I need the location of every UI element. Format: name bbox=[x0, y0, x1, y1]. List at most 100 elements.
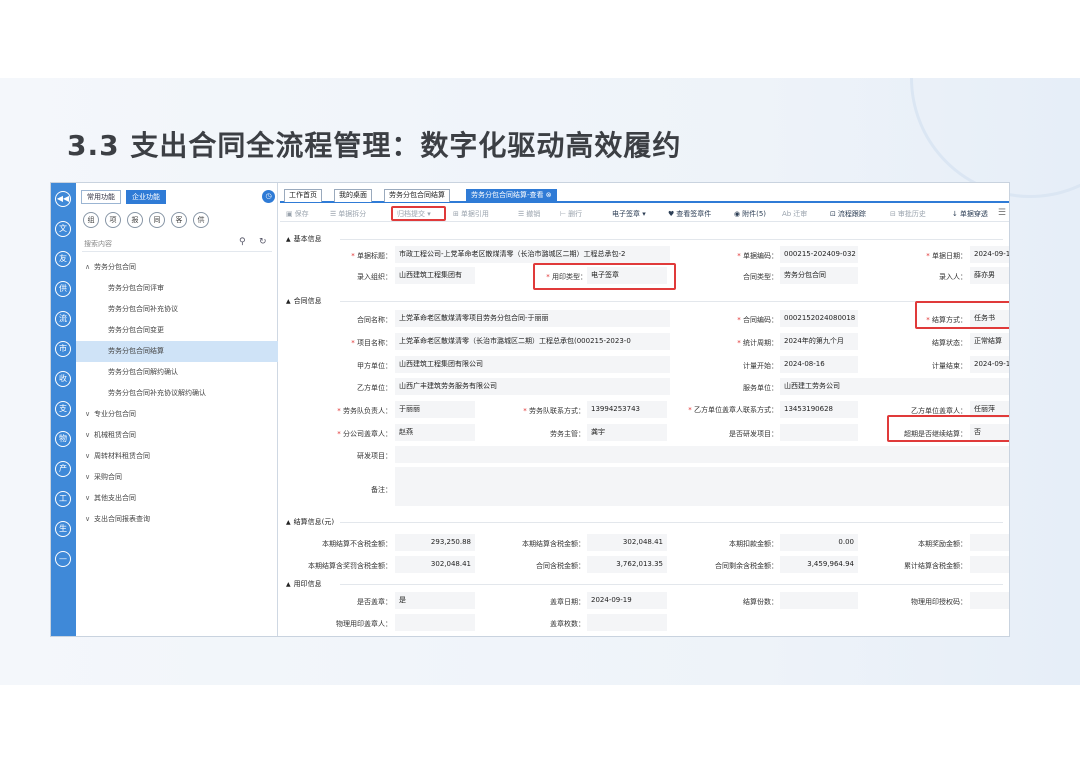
rail-icon-9[interactable]: 产 bbox=[55, 461, 71, 477]
tab-2[interactable]: 劳务分包合同结算 bbox=[384, 189, 450, 202]
tab-1[interactable]: 我的桌面 bbox=[334, 189, 372, 202]
field-rd-project[interactable] bbox=[395, 446, 1009, 463]
section-contract-info[interactable]: ▲ 合同信息 bbox=[286, 296, 322, 306]
field-branch-seal[interactable]: 赵燕 bbox=[395, 424, 475, 441]
field-remark[interactable] bbox=[395, 467, 1009, 506]
field-start[interactable]: 2024-08-16 bbox=[780, 356, 858, 373]
field-service[interactable]: 山西建工劳务公司 bbox=[780, 378, 1009, 395]
field-b-seal-phone[interactable]: 13453190628 bbox=[780, 401, 858, 418]
tab-0[interactable]: 工作首页 bbox=[284, 189, 322, 202]
rail-icon-11[interactable]: 生 bbox=[55, 521, 71, 537]
tree-item[interactable]: ∨ 周转材料租赁合同 bbox=[76, 446, 278, 467]
search-box[interactable]: 搜索内容 ⚲ ↻ bbox=[82, 236, 272, 252]
field-is-sealed[interactable]: 是 bbox=[395, 592, 475, 609]
field-is-rd[interactable] bbox=[780, 424, 858, 441]
field-party-a[interactable]: 山西建筑工程集团有限公司 bbox=[395, 356, 670, 373]
rail-icon-4[interactable]: 流 bbox=[55, 311, 71, 327]
field-party-b[interactable]: 山西广丰建筑劳务服务有限公司 bbox=[395, 378, 670, 395]
rail-icon-7[interactable]: 支 bbox=[55, 401, 71, 417]
field-settle-status[interactable]: 正常结算 bbox=[970, 333, 1009, 350]
chevron-down-icon[interactable]: ∨ bbox=[85, 425, 94, 446]
field-project[interactable]: 上党革命老区散煤清零（长治市潞城区二期）工程总承包(000215-2023-0 bbox=[395, 333, 670, 350]
field-period[interactable]: 2024年的第九个月 bbox=[780, 333, 858, 350]
tree-item[interactable]: ∨ 支出合同报表查询 bbox=[76, 509, 278, 530]
tree-item[interactable]: ∨ 机械租赁合同 bbox=[76, 425, 278, 446]
field-contract-name[interactable]: 上党革命老区散煤清零项目劳务分包合同-于丽丽 bbox=[395, 310, 670, 327]
toolbar-button-8[interactable]: ◉ 附件(5) bbox=[734, 209, 766, 219]
section-settlement[interactable]: ▲ 结算信息(元) bbox=[286, 517, 334, 527]
field-seal-date[interactable]: 2024-09-19 bbox=[587, 592, 667, 609]
chevron-down-icon[interactable]: ∨ bbox=[85, 509, 94, 530]
section-basic-info[interactable]: ▲ 基本信息 bbox=[286, 234, 322, 244]
tree-item[interactable]: 劳务分包合同解约确认 bbox=[76, 362, 278, 383]
field-doc-title[interactable]: 市政工程公司-上党革命老区散煤清零（长治市潞城区二期）工程总承包-2 bbox=[395, 246, 670, 263]
toolbar-button-11[interactable]: ⊟ 审批历史 bbox=[890, 209, 926, 219]
field-phys-auth[interactable] bbox=[970, 592, 1009, 609]
tab-common-functions[interactable]: 常用功能 bbox=[81, 190, 121, 204]
toolbar-button-5[interactable]: ⊢ 删行 bbox=[560, 209, 582, 219]
toolbar-button-9[interactable]: Ab 迁审 bbox=[782, 209, 807, 219]
field-settle-count[interactable] bbox=[780, 592, 858, 609]
rail-icon-8[interactable]: 物 bbox=[55, 431, 71, 447]
rail-icon-2[interactable]: 友 bbox=[55, 251, 71, 267]
clock-icon[interactable]: ◷ bbox=[262, 190, 275, 203]
tree-item[interactable]: 劳务分包合同结算 bbox=[76, 341, 278, 362]
tab-3[interactable]: 劳务分包合同结算-查看 ⊗ bbox=[466, 189, 557, 202]
tree-item[interactable]: 劳务分包合同评审 bbox=[76, 278, 278, 299]
settlement-value[interactable]: 0.00 bbox=[970, 534, 1009, 551]
chevron-down-icon[interactable]: ∨ bbox=[85, 446, 94, 467]
field-contract-code[interactable]: 0002152024080018 bbox=[780, 310, 858, 327]
field-end[interactable]: 2024-09-15 bbox=[970, 356, 1009, 373]
field-team-leader[interactable]: 于丽丽 bbox=[395, 401, 475, 418]
tree-item[interactable]: ∧ 劳务分包合同 bbox=[76, 257, 278, 278]
quick-icon-3[interactable]: 同 bbox=[149, 212, 165, 228]
tree-item[interactable]: ∨ 其他支出合同 bbox=[76, 488, 278, 509]
field-doc-no[interactable]: 000215-202409-032 bbox=[780, 246, 858, 263]
chevron-up-icon[interactable]: ∧ bbox=[85, 257, 94, 278]
toolbar-button-6[interactable]: 电子签章 ▾ bbox=[610, 209, 646, 219]
toolbar-button-12[interactable]: ↓ 单据穿透 bbox=[952, 209, 988, 219]
field-team-phone[interactable]: 13994253743 bbox=[587, 401, 667, 418]
rail-icon-10[interactable]: 工 bbox=[55, 491, 71, 507]
rail-icon-1[interactable]: 文 bbox=[55, 221, 71, 237]
tree-item[interactable]: ∨ 采购合同 bbox=[76, 467, 278, 488]
menu-icon[interactable]: ☰ bbox=[998, 208, 1006, 218]
rail-icon-6[interactable]: 收 bbox=[55, 371, 71, 387]
field-doc-date[interactable]: 2024-09-15 bbox=[970, 246, 1009, 263]
toolbar-button-10[interactable]: ⊡ 流程跟踪 bbox=[830, 209, 866, 219]
settlement-value[interactable]: 302,048.41 bbox=[395, 556, 475, 573]
rail-icon-5[interactable]: 市 bbox=[55, 341, 71, 357]
field-labor-mgr[interactable]: 龚宇 bbox=[587, 424, 667, 441]
tree-item[interactable]: ∨ 专业分包合同 bbox=[76, 404, 278, 425]
quick-icon-2[interactable]: 报 bbox=[127, 212, 143, 228]
field-org[interactable]: 山西建筑工程集团有 bbox=[395, 267, 475, 284]
search-icon[interactable]: ⚲ bbox=[239, 237, 246, 247]
settlement-value[interactable]: 3,762,013.35 bbox=[587, 556, 667, 573]
settlement-value[interactable]: 3,459,964.94 bbox=[780, 556, 858, 573]
refresh-icon[interactable]: ↻ bbox=[259, 237, 267, 247]
settlement-value[interactable]: 302,048.41 bbox=[587, 534, 667, 551]
toolbar-button-7[interactable]: ♥ 查看签章件 bbox=[668, 209, 711, 219]
tab-enterprise-functions[interactable]: 企业功能 bbox=[126, 190, 166, 204]
toolbar-button-0[interactable]: ▣ 保存 bbox=[286, 209, 309, 219]
settlement-value[interactable]: 0.00 bbox=[780, 534, 858, 551]
tree-item[interactable]: 劳务分包合同变更 bbox=[76, 320, 278, 341]
tree-item[interactable]: 劳务分包合同补充协议 bbox=[76, 299, 278, 320]
settlement-value[interactable]: 293,250.88 bbox=[395, 534, 475, 551]
field-contract-type[interactable]: 劳务分包合同 bbox=[780, 267, 858, 284]
quick-icon-0[interactable]: 组 bbox=[83, 212, 99, 228]
rail-icon-0[interactable]: ◀◀ bbox=[55, 191, 71, 207]
field-seal-num[interactable] bbox=[587, 614, 667, 631]
settlement-value[interactable] bbox=[970, 556, 1009, 573]
field-entry-person[interactable]: 薛亦男 bbox=[970, 267, 1009, 284]
quick-icon-1[interactable]: 项 bbox=[105, 212, 121, 228]
quick-icon-4[interactable]: 客 bbox=[171, 212, 187, 228]
rail-icon-3[interactable]: 供 bbox=[55, 281, 71, 297]
quick-icon-5[interactable]: 供 bbox=[193, 212, 209, 228]
toolbar-button-3[interactable]: ⊞ 单据引用 bbox=[453, 209, 489, 219]
toolbar-button-4[interactable]: ☰ 撤销 bbox=[518, 209, 540, 219]
field-phys-person[interactable] bbox=[395, 614, 475, 631]
rail-icon-12[interactable]: — bbox=[55, 551, 71, 567]
toolbar-button-1[interactable]: ☰ 单据拆分 bbox=[330, 209, 366, 219]
chevron-down-icon[interactable]: ∨ bbox=[85, 488, 94, 509]
